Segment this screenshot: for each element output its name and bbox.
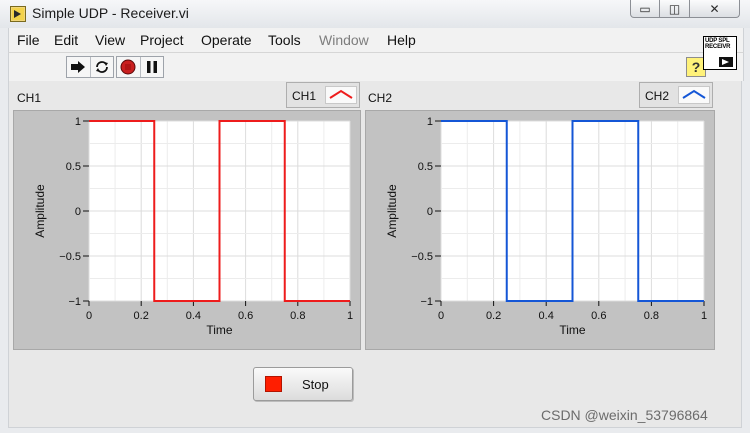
stop-button-label: Stop bbox=[302, 377, 329, 392]
y-tick-label: −0.5 bbox=[411, 251, 433, 263]
legend-ch1-name: CH1 bbox=[292, 89, 317, 103]
y-tick-label: −1 bbox=[68, 296, 81, 308]
x-tick-label: 0.4 bbox=[186, 310, 201, 322]
title-bar[interactable]: Simple UDP - Receiver.vi ▭ ◫ ✕ bbox=[0, 0, 750, 28]
run-button[interactable] bbox=[67, 57, 89, 77]
stop-led-indicator bbox=[265, 376, 282, 392]
x-axis-title: Time bbox=[559, 323, 586, 337]
minimize-icon: ▭ bbox=[639, 1, 651, 16]
menu-help[interactable]: Help bbox=[387, 32, 416, 48]
y-tick-label: 1 bbox=[75, 116, 81, 128]
graph-ch1[interactable]: 1 0.5 0 −0.5 −1 0 0.2 0.4 0.6 0.8 1 Time Amplitude bbox=[13, 110, 361, 350]
run-arrow-icon bbox=[71, 61, 85, 73]
y-tick-label: 0 bbox=[75, 206, 81, 218]
menu-edit[interactable]: Edit bbox=[54, 32, 78, 48]
graph-ch2-label: CH2 bbox=[368, 91, 393, 105]
help-question-icon: ? bbox=[691, 59, 701, 75]
legend-ch2-name: CH2 bbox=[645, 89, 670, 103]
y-tick-label: 1 bbox=[427, 116, 433, 128]
vi-icon-text: UDP SPL RECEIVR bbox=[705, 38, 731, 50]
abort-pause-group bbox=[116, 56, 164, 78]
x-tick-label: 1 bbox=[347, 310, 353, 322]
window-title: Simple UDP - Receiver.vi bbox=[32, 5, 189, 21]
x-tick-label: 0 bbox=[86, 310, 92, 322]
abort-icon bbox=[120, 59, 136, 75]
menu-view[interactable]: View bbox=[95, 32, 125, 48]
run-button-group bbox=[66, 56, 114, 78]
x-tick-label: 0.6 bbox=[591, 310, 606, 322]
graph-ch1-legend[interactable]: CH1 bbox=[286, 82, 360, 108]
x-tick-label: 0.8 bbox=[290, 310, 305, 322]
maximize-button[interactable]: ◫ bbox=[660, 0, 690, 18]
y-tick-label: −1 bbox=[420, 296, 433, 308]
front-panel: CH1 CH1 1 0.5 0 −0.5 −1 0 0.2 0.4 0.6 0.8 1 Time Amp… bbox=[8, 81, 742, 428]
pause-button[interactable] bbox=[140, 57, 163, 77]
labview-app-icon[interactable] bbox=[10, 6, 26, 22]
x-tick-label: 0.8 bbox=[644, 310, 659, 322]
pause-icon bbox=[147, 61, 157, 73]
x-tick-label: 0.2 bbox=[134, 310, 149, 322]
close-button[interactable]: ✕ bbox=[690, 0, 740, 18]
vi-icon[interactable]: UDP SPL RECEIVR bbox=[703, 36, 737, 70]
graph-ch2[interactable]: 1 0.5 0 −0.5 −1 0 0.2 0.4 0.6 0.8 1 Time Amplitude bbox=[365, 110, 715, 350]
labview-vi-window: Simple UDP - Receiver.vi ▭ ◫ ✕ File Edit… bbox=[0, 0, 750, 433]
x-axis-title: Time bbox=[206, 323, 233, 337]
graph-ch1-svg: 1 0.5 0 −0.5 −1 0 0.2 0.4 0.6 0.8 1 Time Amplitude bbox=[33, 116, 353, 337]
csdn-watermark: CSDN @weixin_53796864 bbox=[541, 407, 708, 423]
toolbar: ? bbox=[8, 52, 744, 81]
graph-ch2-legend[interactable]: CH2 bbox=[639, 82, 713, 108]
y-axis-title: Amplitude bbox=[385, 184, 399, 238]
menu-operate[interactable]: Operate bbox=[201, 32, 252, 48]
close-icon: ✕ bbox=[709, 1, 720, 16]
graph-ch1-label: CH1 bbox=[17, 91, 42, 105]
x-tick-label: 0.6 bbox=[238, 310, 253, 322]
menu-project[interactable]: Project bbox=[140, 32, 184, 48]
x-tick-label: 0 bbox=[438, 310, 444, 322]
legend-ch2-swatch bbox=[678, 86, 710, 104]
x-tick-label: 0.4 bbox=[539, 310, 554, 322]
y-axis-title: Amplitude bbox=[33, 184, 47, 238]
y-tick-label: −0.5 bbox=[59, 251, 81, 263]
y-tick-label: 0.5 bbox=[66, 161, 81, 173]
abort-button[interactable] bbox=[117, 57, 139, 77]
legend-ch1-swatch bbox=[325, 86, 357, 104]
x-tick-label: 0.2 bbox=[486, 310, 501, 322]
menu-window[interactable]: Window bbox=[319, 32, 369, 48]
y-tick-label: 0 bbox=[427, 206, 433, 218]
maximize-icon: ◫ bbox=[668, 1, 681, 16]
minimize-button[interactable]: ▭ bbox=[630, 0, 660, 18]
graph-ch2-svg: 1 0.5 0 −0.5 −1 0 0.2 0.4 0.6 0.8 1 Time Amplitude bbox=[385, 116, 707, 337]
vi-icon-arrow bbox=[719, 57, 733, 67]
stop-button[interactable]: Stop bbox=[253, 367, 353, 401]
menu-file[interactable]: File bbox=[17, 32, 40, 48]
y-tick-label: 0.5 bbox=[418, 161, 433, 173]
menu-bar: File Edit View Project Operate Tools Win… bbox=[8, 28, 744, 52]
run-continuously-icon bbox=[96, 61, 108, 73]
run-continuously-button[interactable] bbox=[90, 57, 113, 77]
x-tick-label: 1 bbox=[701, 310, 707, 322]
menu-tools[interactable]: Tools bbox=[268, 32, 301, 48]
